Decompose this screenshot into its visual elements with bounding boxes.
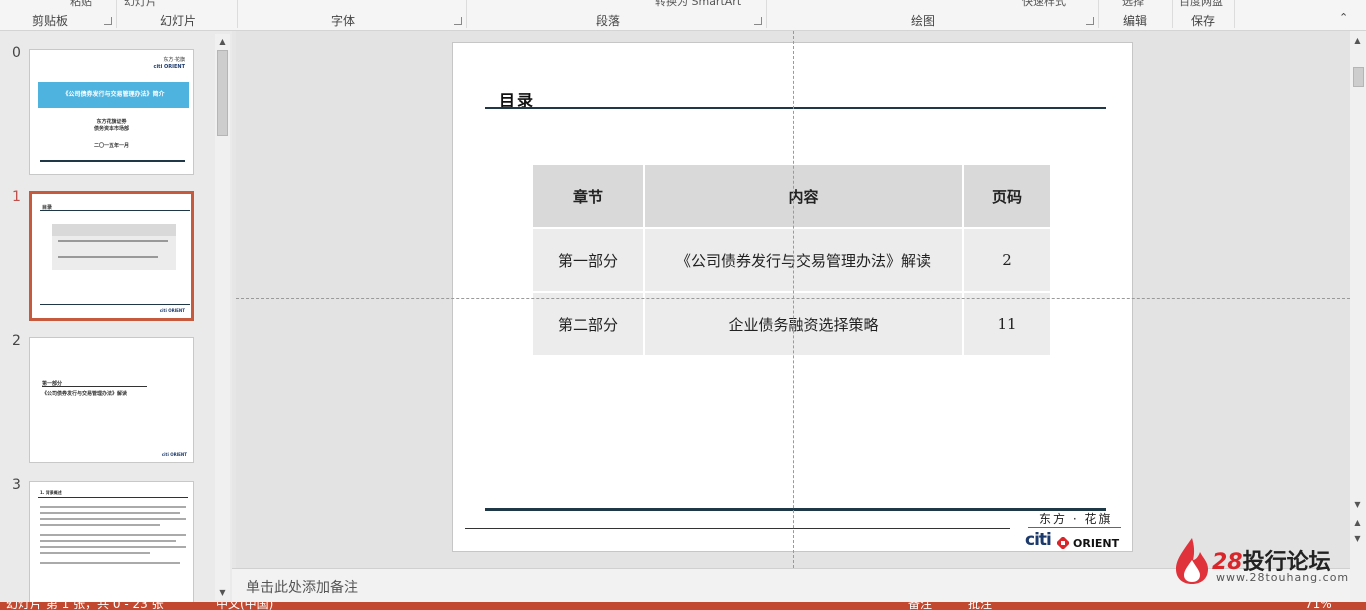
group-font-label: 字体 bbox=[331, 14, 356, 28]
slide-thumbnail-pane: 0 东方·花旗 citi ORIENT 《公司债券发行与交易管理办法》简介 东方… bbox=[0, 31, 232, 602]
table-cell: 企业债务融资选择策略 bbox=[645, 293, 962, 355]
table-header-cell: 页码 bbox=[964, 165, 1050, 227]
slide-thumbnail-3[interactable]: 1. 背景概述 bbox=[29, 481, 194, 602]
thumb-table bbox=[52, 224, 176, 270]
table-row: 第一部分 《公司债券发行与交易管理办法》解读 2 bbox=[533, 229, 1050, 291]
scroll-up-icon[interactable]: ▲ bbox=[1350, 33, 1365, 48]
table-header-row: 章节 内容 页码 bbox=[533, 165, 1050, 227]
citi-logo: citi bbox=[1025, 530, 1052, 550]
footer-rule bbox=[485, 508, 1106, 511]
thumb-rule bbox=[42, 386, 147, 387]
slide-count: 幻灯片 第 1 张，共 0 - 23 张 bbox=[6, 602, 164, 610]
thumbnail-number: 2 bbox=[12, 333, 21, 349]
group-save-label: 保存 bbox=[1191, 14, 1216, 28]
title-rule bbox=[485, 107, 1106, 109]
slide-thumbnail-2[interactable]: 第一部分 《公司债券发行与交易管理办法》解读 citi ORIENT bbox=[29, 337, 194, 463]
collapse-ribbon-icon[interactable]: ⌃ bbox=[1339, 11, 1348, 24]
scroll-thumb[interactable] bbox=[217, 50, 228, 136]
table-cell: 第一部分 bbox=[533, 229, 643, 291]
thumb-date: 二〇一五年一月 bbox=[93, 143, 129, 149]
separator bbox=[466, 0, 467, 28]
next-slide-icon[interactable]: ▼ bbox=[1350, 531, 1365, 546]
watermark-url: www.28touhang.com bbox=[1216, 571, 1350, 584]
status-bar: 幻灯片 第 1 张，共 0 - 23 张 中文(中国) 备注 批注 71% bbox=[0, 602, 1366, 610]
thumbnail-number: 3 bbox=[12, 477, 21, 493]
scroll-thumb[interactable] bbox=[1353, 67, 1364, 87]
table-cell: 第二部分 bbox=[533, 293, 643, 355]
group-paragraph-label: 段落 bbox=[596, 14, 621, 28]
zoom-level[interactable]: 71% bbox=[1305, 602, 1332, 610]
thumb-title: 1. 背景概述 bbox=[40, 490, 62, 495]
forum-watermark: 28投行论坛 www.28touhang.com bbox=[1172, 536, 1348, 588]
select-button[interactable]: 选择 bbox=[1122, 0, 1144, 9]
table-header-cell: 内容 bbox=[645, 165, 962, 227]
thumb-rule bbox=[38, 497, 188, 498]
logo-chinese: 东方 · 花旗 bbox=[1039, 512, 1113, 526]
table-header-cell: 章节 bbox=[533, 165, 643, 227]
comments-toggle[interactable]: 批注 bbox=[968, 602, 992, 610]
footer-thin-rule bbox=[465, 528, 1010, 529]
logo-divider bbox=[1028, 527, 1121, 528]
previous-slide-icon[interactable]: ▲ bbox=[1350, 515, 1365, 530]
separator bbox=[237, 0, 238, 28]
font-launcher-icon[interactable] bbox=[454, 17, 462, 25]
thumbnail-scrollbar[interactable]: ▲ ▼ bbox=[215, 34, 230, 600]
slide-thumbnail-0[interactable]: 东方·花旗 citi ORIENT 《公司债券发行与交易管理办法》简介 东方花旗… bbox=[29, 49, 194, 175]
scroll-down-icon[interactable]: ▼ bbox=[1350, 497, 1365, 512]
language-indicator[interactable]: 中文(中国) bbox=[216, 602, 273, 610]
separator bbox=[1098, 0, 1099, 28]
group-editing-label: 编辑 bbox=[1123, 14, 1148, 28]
vertical-guide[interactable] bbox=[793, 31, 794, 568]
table-cell: 11 bbox=[964, 293, 1050, 355]
orient-logo-icon bbox=[1057, 537, 1069, 549]
orient-logo-text: ORIENT bbox=[1073, 537, 1120, 550]
table-cell: 《公司债券发行与交易管理办法》解读 bbox=[645, 229, 962, 291]
group-drawing-label: 绘图 bbox=[911, 14, 936, 28]
group-slides-label: 幻灯片 bbox=[160, 14, 197, 28]
thumbnail-number: 1 bbox=[12, 189, 21, 205]
thumb-rule bbox=[40, 160, 185, 162]
quick-style-button[interactable]: 快速样式 bbox=[1022, 0, 1066, 9]
separator bbox=[116, 0, 117, 28]
slide-thumbnail-1[interactable]: 目录 citi ORIENT bbox=[29, 191, 194, 321]
smartart-button[interactable]: 转换为 SmartArt bbox=[655, 0, 741, 9]
flame-logo-icon bbox=[1176, 538, 1208, 584]
table-cell: 2 bbox=[964, 229, 1050, 291]
new-slide-button[interactable]: 幻灯片 bbox=[124, 0, 157, 9]
toc-table[interactable]: 章节 内容 页码 第一部分 《公司债券发行与交易管理办法》解读 2 第二部分 企… bbox=[531, 163, 1052, 357]
paste-button[interactable]: 粘贴 bbox=[70, 0, 92, 9]
separator bbox=[766, 0, 767, 28]
thumb-title-banner: 《公司债券发行与交易管理办法》简介 bbox=[38, 82, 189, 108]
notes-placeholder[interactable]: 单击此处添加备注 bbox=[246, 577, 358, 597]
thumb-line1: 东方花旗证券 bbox=[96, 119, 127, 125]
clipboard-launcher-icon[interactable] bbox=[104, 17, 112, 25]
horizontal-guide[interactable] bbox=[236, 298, 1350, 299]
editor-scrollbar[interactable]: ▲ ▼ ▲ ▼ bbox=[1350, 31, 1366, 602]
thumb-logo: citi ORIENT bbox=[161, 452, 187, 457]
scroll-down-icon[interactable]: ▼ bbox=[215, 585, 230, 600]
thumb-logo: citi ORIENT bbox=[159, 308, 185, 313]
baidu-cloud-button[interactable]: 百度网盘 bbox=[1179, 0, 1223, 9]
separator bbox=[1234, 0, 1235, 28]
thumb-rule bbox=[40, 304, 190, 305]
scroll-up-icon[interactable]: ▲ bbox=[215, 34, 230, 49]
separator bbox=[1172, 0, 1173, 28]
notes-toggle[interactable]: 备注 bbox=[908, 602, 932, 610]
paragraph-launcher-icon[interactable] bbox=[754, 17, 762, 25]
thumb-rule bbox=[40, 210, 190, 211]
thumb-logo-cn: 东方·花旗 bbox=[163, 57, 185, 63]
thumb-logo-en: citi ORIENT bbox=[153, 64, 186, 70]
thumbnail-number: 0 bbox=[12, 45, 21, 61]
thumb-line2: 《公司债券发行与交易管理办法》解读 bbox=[42, 391, 128, 397]
group-clipboard-label: 剪贴板 bbox=[32, 14, 69, 28]
thumb-line2: 债务资本市场部 bbox=[93, 126, 129, 132]
ribbon: 粘贴 幻灯片 转换为 SmartArt 快速样式 选择 百度网盘 剪贴板 幻灯片… bbox=[0, 0, 1366, 31]
drawing-launcher-icon[interactable] bbox=[1086, 17, 1094, 25]
table-row: 第二部分 企业债务融资选择策略 11 bbox=[533, 293, 1050, 355]
